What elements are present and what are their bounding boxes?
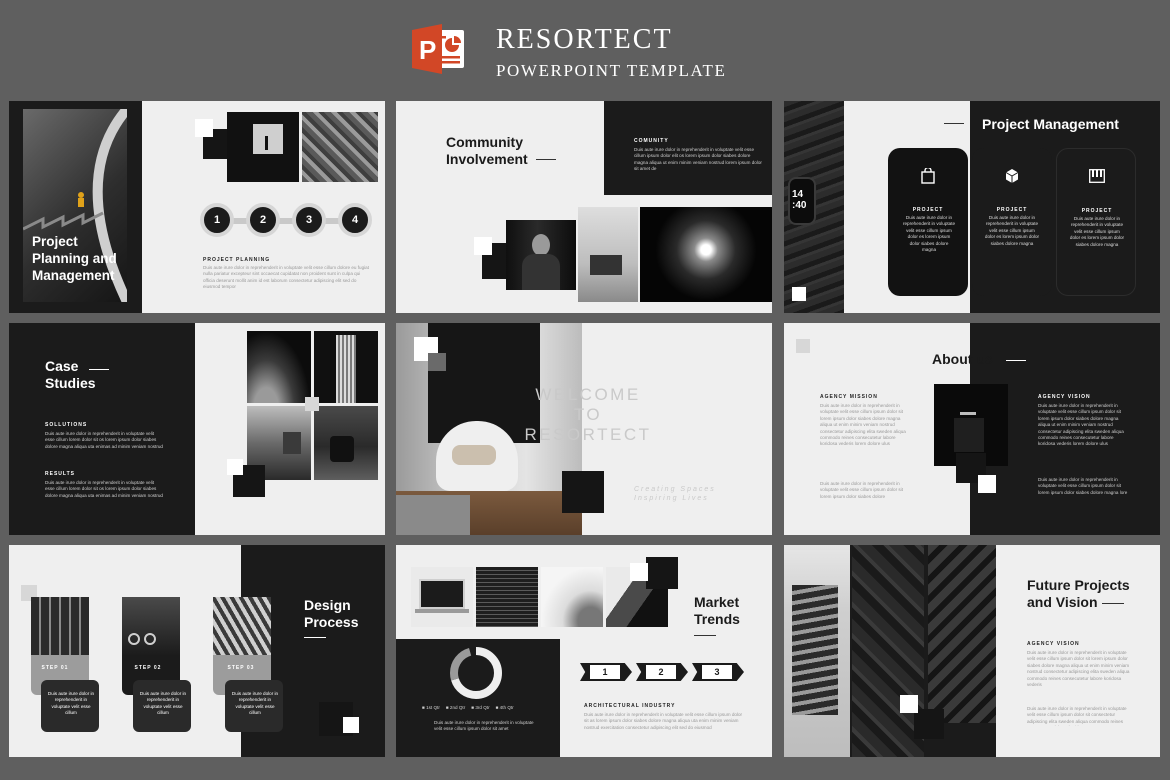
donut-chart <box>450 647 502 699</box>
white-curves-photo <box>541 567 603 627</box>
slide-title: Project Planning and Management <box>32 234 117 283</box>
mission-body: Duis aute irure dolor in reprehenderit i… <box>820 403 906 447</box>
bicycles-street-photo <box>122 597 180 657</box>
mission-label: AGENCY MISSION <box>820 394 878 400</box>
slide-about-us[interactable]: About us AGENCY MISSION Duis aute irure … <box>784 323 1160 535</box>
vision-label: AGENCY VISION <box>1038 394 1091 400</box>
section-body: Duis aute irure dolor in reprehenderit i… <box>203 265 369 290</box>
results-label: RESULTS <box>45 471 75 477</box>
slide-title: About us <box>932 351 993 367</box>
slide-welcome[interactable]: WELCOME TO RESORTECT Creating Spaces Inspi… <box>396 323 772 535</box>
slide-title: Project Management <box>982 116 1119 132</box>
chart-caption: Duis aute irure dolor in reprehenderit i… <box>434 720 534 732</box>
results-body: Duis aute irure dolor in reprehenderit i… <box>45 480 163 498</box>
twisted-tower-photo <box>784 545 850 757</box>
diagonal-facade-photo <box>213 597 271 657</box>
curved-architecture-photo <box>247 331 311 403</box>
slide-design-process[interactable]: Design Process STEP 01 Duis aute irure do… <box>9 545 385 757</box>
city-aerial-photo <box>302 112 378 182</box>
pattern-facade-photo <box>928 545 996 723</box>
project-card-2: PROJECT Duis aute irure dolor in reprehe… <box>972 148 1052 296</box>
section-label: COMUNITY <box>634 138 669 144</box>
section-label: ARCHITECTURAL INDUSTRY <box>584 703 676 709</box>
code-screen-photo <box>476 567 538 627</box>
chart-legend: ■ 1st Qtr ■ 2nd Qtr ■ 3rd Qtr ■ 4th Qtr <box>422 705 514 710</box>
chair-interior-photo <box>314 406 378 480</box>
svg-text:P: P <box>419 35 436 65</box>
laptop-photo <box>411 567 473 627</box>
welcome-heading: WELCOME TO RESORTECT <box>524 385 652 444</box>
welcome-tagline: Creating Spaces Inspiring Lives <box>634 486 716 502</box>
skyscraper-photo <box>314 331 378 403</box>
building-windows-photo <box>31 597 89 657</box>
powerpoint-logo-icon: P <box>412 24 464 74</box>
slide-market-trends[interactable]: Market Trends ■ 1st Qtr ■ 2nd Qtr ■ 3rd Q… <box>396 545 772 757</box>
brand-title: RESORTECT <box>496 24 673 55</box>
slide-community-involvement[interactable]: Community Involvement COMUNITY Duis aute … <box>396 101 772 313</box>
vision-label: AGENCY VISION <box>1027 641 1080 647</box>
slide-title: Community Involvement <box>446 134 528 167</box>
slide-title: Case Studies <box>45 358 96 391</box>
slide-project-planning[interactable]: Project Planning and Management 1 2 3 4 PR… <box>9 101 385 313</box>
project-card-3: PROJECT Duis aute irure dolor in reprehe… <box>1056 148 1136 296</box>
step-1: 1 <box>200 203 234 237</box>
step-circles: 1 2 3 4 <box>197 201 377 241</box>
slide-title: Future Projects and Vision <box>1027 577 1130 610</box>
laptop-desk-photo <box>578 207 638 302</box>
vision-body-2: Duis aute irure dolor in reprehenderit i… <box>1038 477 1128 495</box>
cube-icon <box>1005 169 1019 183</box>
solutions-label: SOLLUTIONS <box>45 422 88 428</box>
project-card-1: PROJECT Duis aute irure dolor in reprehe… <box>888 148 968 296</box>
arrow-steps: 1 2 3 <box>580 663 750 681</box>
tunnel-light-photo <box>640 207 772 302</box>
step-2: 2 <box>246 203 280 237</box>
brand-subtitle: POWERPOINT TEMPLATE <box>496 61 727 80</box>
slide-future-projects[interactable]: Future Projects and Vision AGENCY VISION … <box>784 545 1160 757</box>
step-4: 4 <box>338 203 372 237</box>
slide-title: Market Trends <box>694 594 740 627</box>
step-3: 3 <box>292 203 326 237</box>
mission-body-2: Duis aute irure dolor in reprehenderit i… <box>820 481 903 499</box>
slide-title: Design Process <box>304 597 359 630</box>
piano-keys-icon <box>1089 169 1105 183</box>
slide-case-studies[interactable]: Case Studies SOLLUTIONS Duis aute irure d… <box>9 323 385 535</box>
smartwatch-photo: 14:40 <box>784 101 844 313</box>
solutions-body: Duis aute irure dolor in reprehenderit i… <box>45 431 163 449</box>
vision-body: Duis aute irure dolor in reprehenderit i… <box>1027 650 1130 688</box>
shopping-bag-icon <box>921 168 935 184</box>
tunnel-figure-photo <box>227 112 299 182</box>
section-body: Duis aute irure dolor in reprehenderit i… <box>634 147 762 172</box>
vision-body-2: Duis aute irure dolor in reprehenderit i… <box>1027 706 1127 726</box>
vision-body: Duis aute irure dolor in reprehenderit i… <box>1038 403 1124 447</box>
man-portrait-photo <box>506 220 576 290</box>
slide-project-management[interactable]: 14:40 Project Management PROJECT Duis au… <box>784 101 1160 313</box>
section-body: Duis aute irure dolor in reprehenderit i… <box>584 712 743 730</box>
page-header: P RESORTECT POWERPOINT TEMPLATE <box>0 0 1170 100</box>
section-label: PROJECT PLANNING <box>203 257 271 263</box>
